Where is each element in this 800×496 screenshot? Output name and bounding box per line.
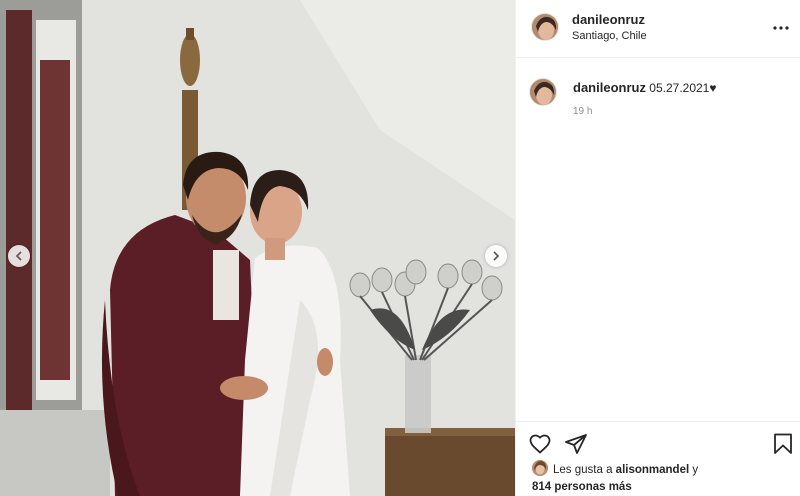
avatar-image (532, 14, 558, 40)
avatar[interactable] (529, 78, 557, 106)
previous-photo-button[interactable] (8, 245, 30, 267)
post-location[interactable]: Santiago, Chile (572, 30, 647, 42)
post-actions: Les gusta a alisonmandel y 814 personas … (516, 421, 800, 496)
likes-summary: Les gusta a alisonmandel y 814 personas … (532, 460, 792, 496)
avatar[interactable] (531, 13, 559, 41)
liker-avatar[interactable] (532, 460, 548, 476)
heart-icon (529, 434, 551, 454)
comment-text: danileonruz 05.27.2021♥ (573, 80, 716, 96)
bookmark-icon (774, 433, 792, 454)
post-photo[interactable] (0, 0, 515, 496)
chevron-left-icon (15, 251, 22, 261)
couple-photo (0, 0, 515, 496)
share-button[interactable] (564, 432, 588, 456)
chevron-right-icon (493, 251, 500, 261)
save-button[interactable] (771, 432, 795, 456)
liker-username[interactable]: alisonmandel (616, 464, 690, 476)
comment-timestamp[interactable]: 19 h (573, 106, 592, 117)
comment-author-username[interactable]: danileonruz (573, 80, 646, 95)
post-header: danileonruz Santiago, Chile (516, 0, 800, 58)
likes-connector: y (692, 464, 699, 476)
more-options-icon (773, 26, 789, 30)
avatar-image (530, 79, 556, 105)
more-options-button[interactable] (771, 18, 791, 38)
like-button[interactable] (528, 432, 552, 456)
paper-plane-icon (565, 434, 587, 454)
comment-caption: 05.27.2021♥ (649, 81, 717, 95)
next-photo-button[interactable] (485, 245, 507, 267)
likes-others-link[interactable]: 814 personas más (532, 481, 632, 493)
liker-avatar-image (532, 460, 548, 476)
likes-prefix: Les gusta a (553, 464, 613, 476)
post-author-username[interactable]: danileonruz (572, 12, 645, 27)
post-side-panel: danileonruz Santiago, Chile danileonruz … (515, 0, 800, 496)
